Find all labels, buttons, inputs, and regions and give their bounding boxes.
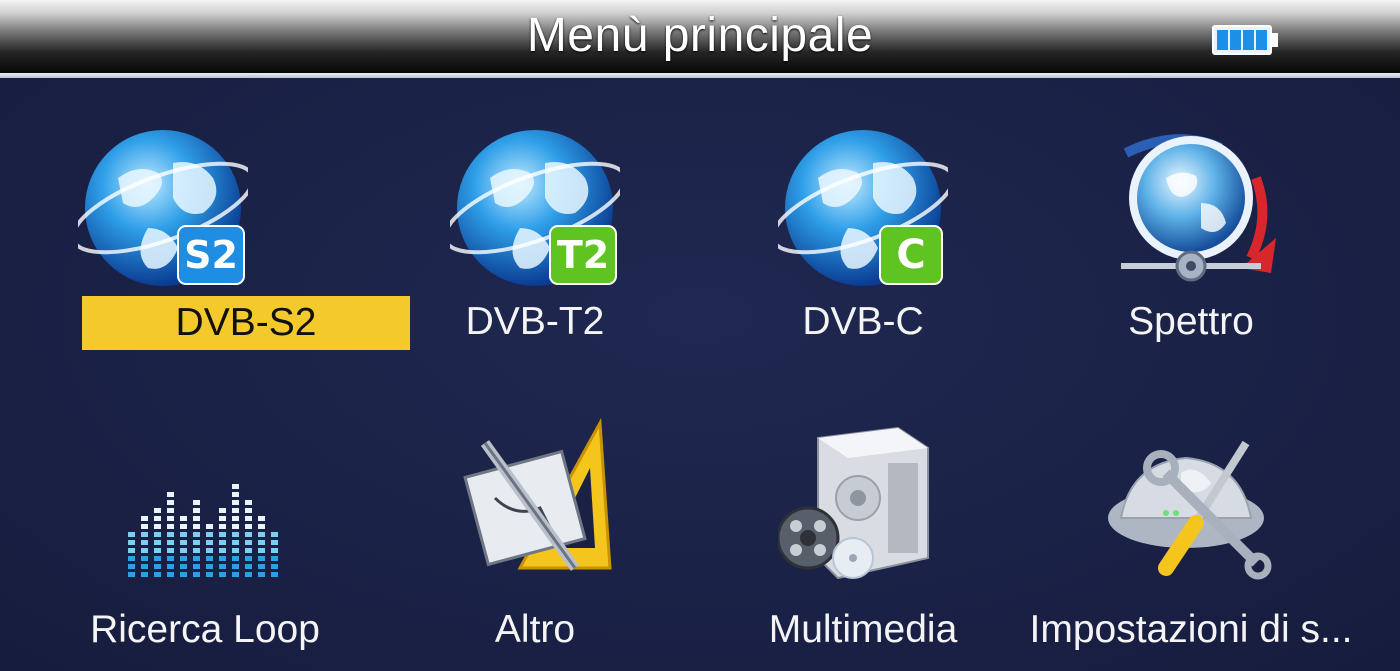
menu-item-dvb-s2[interactable]: S2 DVB-S2 (40, 78, 410, 368)
main-menu-grid: S2 DVB-S2 T2 DVB-T2 C DVB-C Spettro Rice… (0, 78, 1400, 671)
menu-item-multimedia[interactable]: Multimedia (698, 378, 1028, 668)
menu-item-label: DVB-S2 (82, 296, 410, 350)
badge-t2: T2 (557, 233, 609, 277)
menu-item-label: Spettro (1128, 300, 1254, 343)
menu-item-label: Multimedia (768, 608, 958, 651)
multimedia-player-icon (778, 426, 929, 580)
menu-item-ricerca-loop[interactable]: Ricerca Loop (40, 378, 370, 668)
battery-full-icon (1212, 25, 1278, 55)
menu-item-label: Impostazioni di s... (1029, 608, 1353, 651)
menu-item-dvb-t2[interactable]: T2 DVB-T2 (370, 78, 700, 368)
page-title: Menù principale (526, 9, 874, 62)
equalizer-bars-icon (128, 484, 278, 577)
menu-item-dvb-c[interactable]: C DVB-C (698, 78, 1028, 368)
menu-item-label: DVB-T2 (465, 300, 605, 343)
badge-c: C (896, 232, 925, 278)
menu-item-label: DVB-C (802, 300, 924, 343)
globe-t2-icon: T2 (450, 130, 620, 286)
settings-tools-icon (1108, 440, 1272, 580)
menu-item-altro[interactable]: Altro (370, 378, 700, 668)
set-square-pencil-icon (463, 418, 612, 571)
badge-s2: S2 (184, 233, 238, 277)
menu-item-impostazioni[interactable]: Impostazioni di s... (1026, 378, 1356, 668)
spectrum-globe-icon (1121, 134, 1276, 282)
menu-item-label: Altro (494, 608, 576, 651)
globe-s2-icon: S2 (78, 130, 248, 286)
globe-c-icon: C (778, 130, 948, 286)
menu-item-spettro[interactable]: Spettro (1026, 78, 1356, 368)
menu-item-label: Ricerca Loop (90, 608, 320, 651)
